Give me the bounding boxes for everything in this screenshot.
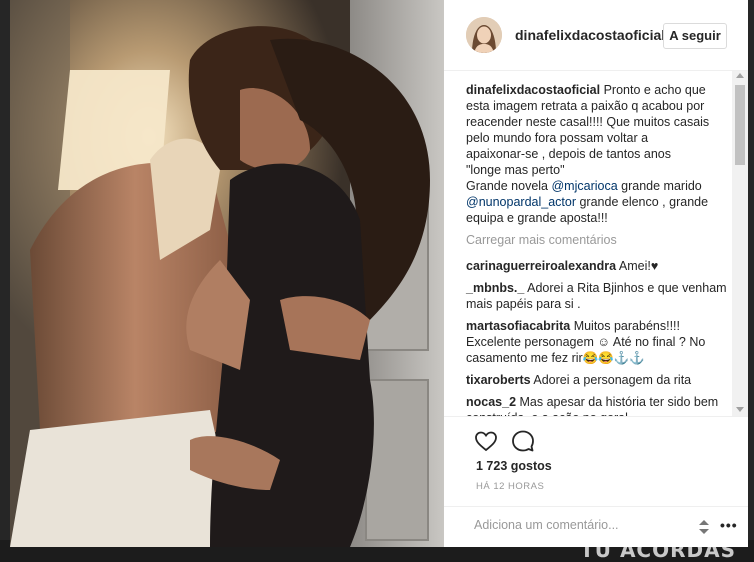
comment-item: tixaroberts Adorei a personagem da rita bbox=[466, 372, 734, 388]
caption-username[interactable]: dinafelixdacostaoficial bbox=[466, 83, 600, 97]
comment-bubble-icon bbox=[512, 430, 534, 452]
caption-line: dinafelixdacostaoficial Pronto e acho qu… bbox=[466, 82, 734, 98]
caption-line: pelo mundo fora possam voltar a bbox=[466, 131, 649, 145]
comment-username[interactable]: carinaguerreiroalexandra bbox=[466, 259, 616, 273]
mention-link[interactable]: @mjcarioca bbox=[551, 179, 617, 193]
caption-text: grande marido bbox=[617, 179, 702, 193]
post-image bbox=[10, 0, 444, 547]
post-timestamp: HÁ 12 HORAS bbox=[476, 481, 545, 492]
header-username[interactable]: dinafelixdacostaoficial bbox=[515, 27, 665, 43]
post-caption: dinafelixdacostaoficial Pronto e acho qu… bbox=[466, 82, 734, 226]
avatar[interactable] bbox=[466, 17, 502, 53]
like-button[interactable] bbox=[474, 429, 498, 453]
scroll-up-arrow-icon[interactable] bbox=[736, 73, 744, 78]
comment-username[interactable]: martasofiacabrita bbox=[466, 319, 570, 333]
comments-inner: dinafelixdacostaoficial Pronto e acho qu… bbox=[466, 82, 734, 416]
comment-username[interactable]: nocas_2 bbox=[466, 395, 516, 409]
caption-line: @nunopardal_actor grande elenco , grande bbox=[466, 194, 734, 210]
caption-text: Grande novela bbox=[466, 179, 552, 193]
comment-username[interactable]: _mbnbs._ bbox=[466, 281, 524, 295]
caption-line: Grande novela @mjcarioca grande marido bbox=[466, 178, 734, 194]
heart-icon bbox=[475, 431, 497, 452]
add-comment-input[interactable]: Adiciona um comentário... bbox=[474, 518, 619, 532]
resize-handle-icon[interactable] bbox=[698, 519, 710, 535]
comment-text: Adorei a personagem da rita bbox=[530, 373, 692, 387]
scrollbar-thumb[interactable] bbox=[735, 85, 745, 165]
comment-item: _mbnbs._ Adorei a Rita Bjinhos e que ven… bbox=[466, 280, 734, 312]
avatar-image bbox=[466, 17, 502, 53]
load-more-comments[interactable]: Carregar mais comentários bbox=[466, 232, 734, 248]
caption-line: apaixonar-se , depois de tantos anos bbox=[466, 147, 671, 161]
comment-button[interactable] bbox=[511, 429, 535, 453]
comment-item: martasofiacabrita Muitos parabéns!!!! Ex… bbox=[466, 318, 734, 366]
post-side-panel: dinafelixdacostaoficial A seguir dinafel… bbox=[444, 0, 748, 547]
post-actions: 1 723 gostos HÁ 12 HORAS bbox=[444, 416, 748, 507]
comments-scrollbar[interactable] bbox=[732, 71, 748, 416]
caption-line: equipa e grande aposta!!! bbox=[466, 211, 608, 225]
scroll-down-arrow-icon[interactable] bbox=[736, 407, 744, 412]
comment-item: nocas_2 Mas apesar da história ter sido … bbox=[466, 394, 734, 416]
follow-button[interactable]: A seguir bbox=[663, 23, 727, 49]
caption-line: "longe mas perto" bbox=[466, 163, 565, 177]
comment-username[interactable]: tixaroberts bbox=[466, 373, 531, 387]
mention-link[interactable]: @nunopardal_actor bbox=[466, 195, 576, 209]
more-options-icon[interactable]: ••• bbox=[720, 517, 738, 533]
comments-list[interactable]: dinafelixdacostaoficial Pronto e acho qu… bbox=[444, 71, 740, 416]
caption-line: reacender neste casal!!!! Que muitos cas… bbox=[466, 115, 710, 129]
caption-text: Pronto e acho que bbox=[603, 83, 706, 97]
caption-text: grande elenco , grande bbox=[576, 195, 709, 209]
post-photo[interactable] bbox=[10, 0, 444, 547]
likes-count[interactable]: 1 723 gostos bbox=[476, 459, 552, 473]
caption-line: esta imagem retrata a paixão q acabou po… bbox=[466, 99, 705, 113]
post-header: dinafelixdacostaoficial A seguir bbox=[444, 0, 748, 71]
add-comment-bar: Adiciona um comentário... ••• bbox=[444, 506, 748, 548]
post-modal: dinafelixdacostaoficial A seguir dinafel… bbox=[10, 0, 748, 547]
up-down-arrows-icon bbox=[699, 520, 709, 534]
comment-item: carinaguerreiroalexandra Amei!♥ bbox=[466, 258, 734, 274]
comment-text: Amei!♥ bbox=[616, 259, 659, 273]
